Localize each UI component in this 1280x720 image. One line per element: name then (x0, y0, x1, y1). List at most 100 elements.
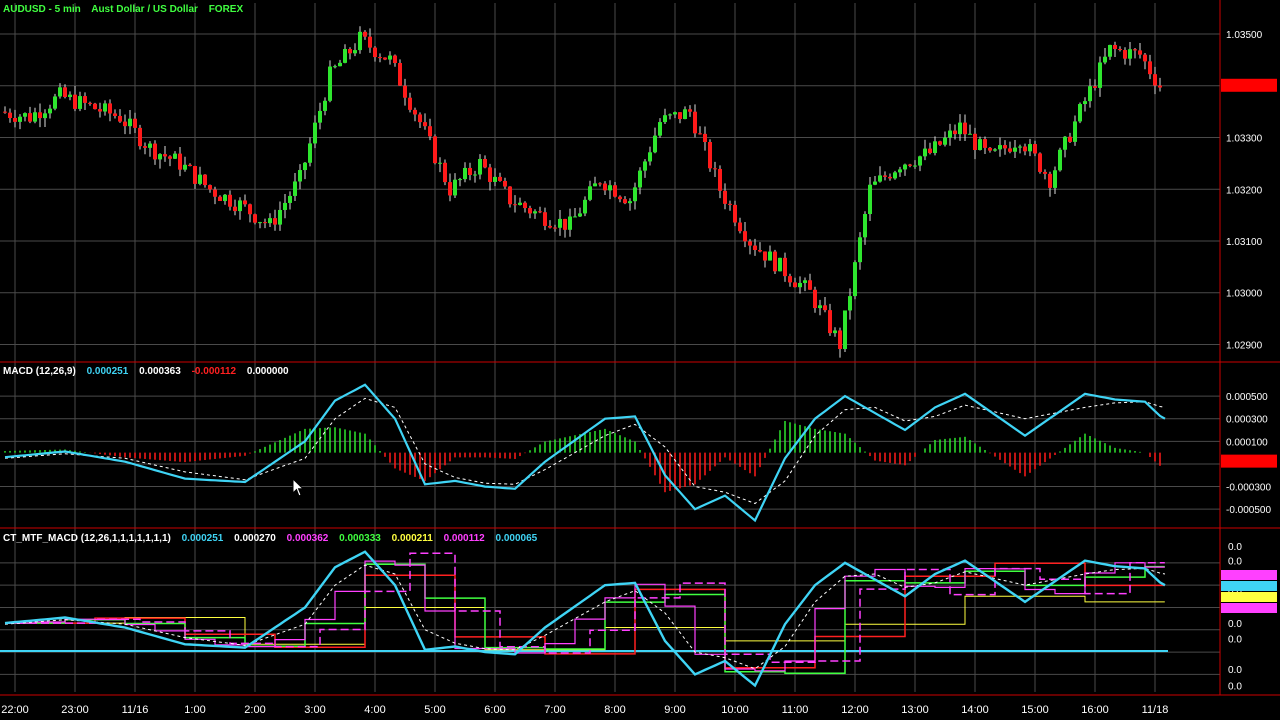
candle-up (68, 94, 72, 98)
candle-up (638, 170, 642, 188)
candle-down (38, 112, 42, 119)
mtf-header: CT_MTF_MACD (12,26,1,1,1,1,1,1,1) 0.0002… (3, 533, 545, 544)
candle-up (978, 139, 982, 151)
candle-down (513, 204, 517, 206)
macd-axis-label: 0.000300 (1226, 415, 1268, 426)
candle-up (493, 176, 497, 182)
candle-down (538, 211, 542, 213)
candle-down (763, 251, 767, 261)
candle-up (593, 183, 597, 187)
candle-down (548, 225, 552, 228)
trading-chart[interactable]: 1.03500 1.03400 1.03300 1.03200 1.03100 1.030… (0, 0, 1280, 720)
candle-up (283, 202, 287, 210)
candle-down (938, 141, 942, 145)
description-label: Aust Dollar / US Dollar (91, 4, 198, 15)
candle-down (228, 194, 232, 207)
candle-down (488, 167, 492, 182)
candle-down (883, 175, 887, 177)
time-axis-label: 2:00 (244, 704, 265, 716)
candle-down (758, 250, 762, 252)
candle-down (973, 133, 977, 151)
price-axis-label: 1.03000 (1226, 289, 1263, 300)
mtf-value-5: 0.000211 (391, 533, 433, 544)
candle-up (48, 108, 52, 114)
candle-up (878, 175, 882, 182)
candle-down (738, 222, 742, 232)
time-axis-label: 11/16 (122, 704, 149, 716)
candle-down (218, 196, 222, 202)
candle-up (873, 181, 877, 185)
candle-down (953, 130, 957, 135)
mtf-value-7: 0.000065 (495, 533, 538, 544)
symbol-label: AUDUSD - 5 min (3, 4, 81, 15)
candle-up (453, 179, 457, 196)
candle-up (23, 113, 27, 117)
candle-up (818, 305, 822, 309)
mtf-value-marker (1221, 603, 1277, 613)
candle-up (583, 199, 587, 214)
macd-header: MACD (12,26,9) 0.000251 0.000363 -0.0001… (3, 366, 297, 377)
time-axis-label: 7:00 (544, 704, 565, 716)
candle-down (403, 85, 407, 98)
candle-down (528, 208, 532, 214)
histogram-value-marker (1221, 454, 1277, 468)
price-axis-label: 1.03100 (1226, 237, 1263, 248)
candle-up (298, 170, 302, 182)
candle-up (573, 216, 577, 218)
candle-up (868, 184, 872, 215)
candle-down (783, 257, 787, 277)
candle-down (123, 121, 127, 127)
candle-down (603, 183, 607, 191)
mtf-axis-label: 0.0 (1228, 619, 1242, 630)
candle-up (1088, 86, 1092, 102)
time-axis-label: 23:00 (61, 704, 89, 716)
mtf-value-3: 0.000362 (286, 533, 329, 544)
candle-up (463, 167, 467, 180)
time-axis-label: 5:00 (424, 704, 445, 716)
candle-down (728, 203, 732, 205)
exchange-label: FOREX (208, 4, 244, 15)
candle-down (83, 96, 87, 103)
candle-down (1113, 44, 1117, 49)
candle-up (588, 186, 592, 200)
macd-label: MACD (12,26,9) (3, 366, 76, 377)
candle-down (418, 114, 422, 123)
candle-down (698, 133, 702, 135)
candle-up (893, 172, 897, 179)
candle-up (853, 262, 857, 297)
price-axis-label: 1.03300 (1226, 134, 1263, 145)
candle-up (1028, 144, 1032, 152)
candle-up (333, 66, 337, 68)
candle-down (203, 174, 207, 186)
candle-down (963, 122, 967, 135)
candle-down (788, 276, 792, 283)
candle-down (618, 196, 622, 200)
candle-down (193, 166, 197, 184)
price-axis-label: 1.02900 (1226, 340, 1263, 351)
candle-up (18, 116, 22, 122)
candle-up (683, 109, 687, 120)
candle-down (613, 185, 617, 197)
candle-down (553, 227, 557, 229)
candle-down (988, 147, 992, 151)
candle-down (688, 109, 692, 112)
grid-lines (0, 3, 1220, 692)
candle-up (663, 115, 667, 123)
candle-up (863, 214, 867, 238)
mtf-axis-label: 0.0 (1228, 542, 1242, 553)
candle-down (713, 168, 717, 170)
candle-down (13, 118, 17, 122)
candle-down (1043, 171, 1047, 174)
macd-axis-label: -0.000500 (1226, 505, 1271, 516)
candle-up (1128, 49, 1132, 59)
candle-up (903, 164, 907, 170)
candle-up (1018, 146, 1022, 148)
mtf-value-marker (1221, 581, 1277, 591)
candle-down (708, 142, 712, 169)
time-axis-label: 15:00 (1021, 704, 1049, 716)
time-axis-label: 11:00 (782, 704, 809, 716)
histogram-value: -0.000112 (191, 366, 237, 377)
candle-down (483, 158, 487, 168)
candle-down (153, 143, 157, 160)
candle-down (828, 310, 832, 334)
